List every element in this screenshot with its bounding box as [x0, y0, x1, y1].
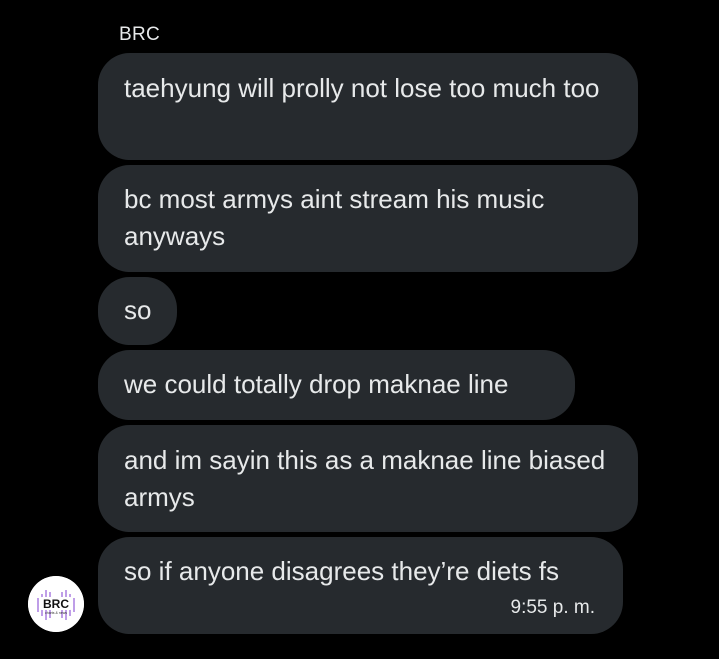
message-text: bc most armys aint stream his music anyw…	[124, 184, 545, 251]
message-bubble[interactable]: so	[98, 277, 177, 345]
message-bubble[interactable]: bc most armys aint stream his music anyw…	[98, 165, 638, 272]
message-bubble[interactable]: and im sayin this as a maknae line biase…	[98, 425, 638, 532]
message-timestamp: 9:55 p. m.	[510, 597, 596, 618]
message-text: taehyung will prolly not lose too much t…	[124, 73, 600, 103]
brc-logo-icon: BRC charts & news	[28, 576, 84, 632]
avatar[interactable]: BRC charts & news	[28, 576, 84, 632]
message-text: we could totally drop maknae line	[124, 369, 509, 399]
message-text: so if anyone disagrees they’re diets fs	[124, 556, 560, 586]
brc-logo-subtext: charts & news	[45, 611, 67, 615]
message-bubble[interactable]: we could totally drop maknae line	[98, 350, 575, 420]
sender-name: BRC	[119, 24, 161, 45]
message-bubble[interactable]: taehyung will prolly not lose too much t…	[98, 53, 638, 160]
message-text: and im sayin this as a maknae line biase…	[124, 445, 606, 512]
brc-logo-text: BRC	[43, 597, 69, 611]
message-bubble[interactable]: so if anyone disagrees they’re diets fs …	[98, 537, 623, 634]
message-text: so	[124, 295, 152, 325]
